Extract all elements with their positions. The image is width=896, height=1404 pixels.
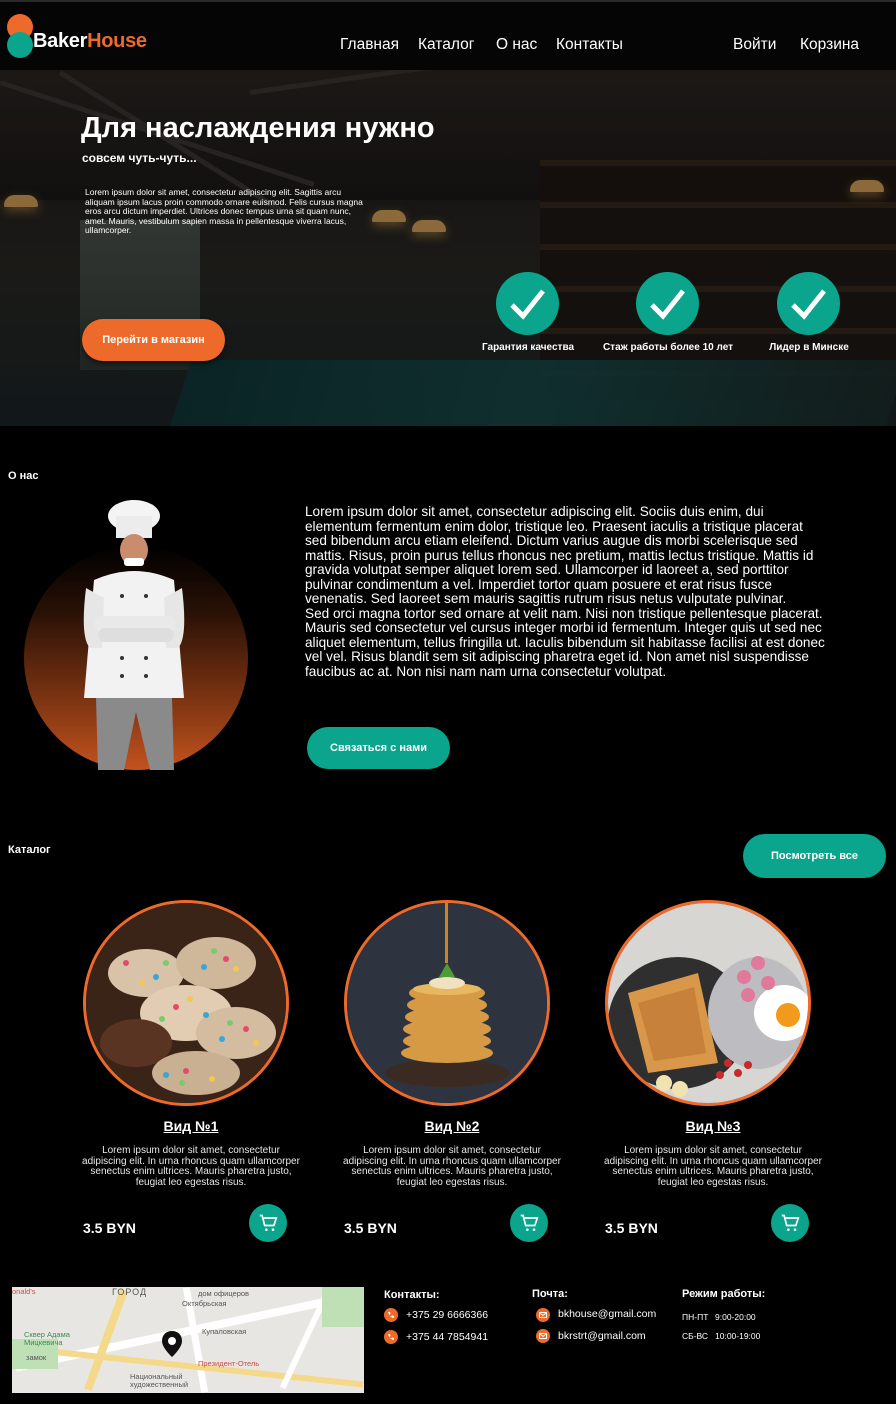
mail-title: Почта: [532, 1288, 568, 1300]
feature-label: Стаж работы более 10 лет [602, 342, 734, 353]
product-name[interactable]: Вид №2 [322, 1118, 582, 1134]
email-1[interactable]: bkhouse@gmail.com [558, 1308, 656, 1320]
cart-icon [520, 1214, 539, 1231]
phone-1[interactable]: +375 29 6666366 [406, 1309, 488, 1321]
cart-icon [259, 1214, 278, 1231]
hours-title: Режим работы: [682, 1288, 766, 1300]
feature-quality: Гарантия качества [448, 272, 608, 362]
feature-label: Гарантия качества [481, 342, 575, 353]
email-2[interactable]: bkrstrt@gmail.com [558, 1330, 646, 1342]
logo[interactable]: BakerHouse [7, 14, 157, 60]
cart-icon [781, 1214, 800, 1231]
add-to-cart-button[interactable] [771, 1204, 809, 1242]
map-label: Национальный художественный [130, 1372, 189, 1389]
contact-us-button[interactable]: Связаться с нами [307, 727, 450, 769]
go-to-shop-button[interactable]: Перейти в магазин [82, 319, 225, 361]
add-to-cart-button[interactable] [249, 1204, 287, 1242]
hours-weekend-label: СБ-ВС [682, 1331, 709, 1341]
hero-text: Lorem ipsum dolor sit amet, consectetur … [85, 187, 363, 235]
feature-leader: Лидер в Минске [729, 272, 889, 362]
mail-icon [536, 1329, 550, 1343]
check-icon [777, 272, 840, 335]
feature-label: Лидер в Минске [769, 342, 849, 353]
product-name[interactable]: Вид №1 [61, 1118, 321, 1134]
nav-contacts[interactable]: Контакты [556, 36, 623, 54]
product-card: Вид №2 Lorem ipsum dolor sit amet, conse… [322, 900, 582, 1250]
nav-login[interactable]: Войти [733, 36, 776, 54]
product-price: 3.5 BYN [605, 1220, 658, 1236]
mail-icon [536, 1308, 550, 1322]
logo-text-house: House [87, 30, 147, 52]
product-card: Вид №1 Lorem ipsum dolor sit amet, conse… [61, 900, 321, 1250]
map-label: дом офицеров [198, 1289, 250, 1298]
contacts-title: Контакты: [384, 1289, 440, 1301]
product-desc: Lorem ipsum dolor sit amet, consectetur … [82, 1145, 300, 1188]
product-photo-candies[interactable] [83, 900, 289, 1106]
logo-text-baker: Baker [33, 30, 88, 52]
product-desc: Lorem ipsum dolor sit amet, consectetur … [604, 1145, 822, 1188]
product-price: 3.5 BYN [344, 1220, 397, 1236]
nav-home[interactable]: Главная [340, 36, 399, 54]
add-to-cart-button[interactable] [510, 1204, 548, 1242]
feature-experience: Стаж работы более 10 лет [588, 272, 748, 362]
nav-catalog[interactable]: Каталог [418, 36, 474, 54]
map-label: Сквер Адама Мицкевича [24, 1330, 70, 1347]
hours-weekdays-label: ПН-ПТ [682, 1312, 709, 1322]
hours-weekend-time: 10:00-19:00 [715, 1331, 761, 1341]
nav-cart[interactable]: Корзина [800, 36, 859, 54]
map-label: onald's [12, 1287, 36, 1296]
logo-teal-dot [7, 32, 33, 58]
check-icon [636, 272, 699, 335]
product-card: Вид №3 Lorem ipsum dolor sit amet, conse… [583, 900, 843, 1250]
catalog-title: Каталог [8, 844, 51, 856]
candies-image [86, 903, 286, 1103]
map-label: ГОРОД [112, 1287, 148, 1297]
map-label: Купаловская [202, 1327, 247, 1336]
hero-title: Для наслаждения нужно [81, 112, 435, 144]
map-label: замок [26, 1353, 47, 1362]
product-desc: Lorem ipsum dolor sit amet, consectetur … [343, 1145, 561, 1188]
about-title: О нас [8, 470, 39, 482]
product-price: 3.5 BYN [83, 1220, 136, 1236]
map-park [322, 1287, 364, 1327]
hours-weekdays-time: 9:00-20:00 [715, 1312, 756, 1322]
map-pin-icon[interactable] [162, 1331, 182, 1357]
hero-banner: Для наслаждения нужно совсем чуть-чуть..… [0, 70, 896, 426]
check-icon [496, 272, 559, 335]
hero-subtitle: совсем чуть-чуть... [82, 151, 197, 165]
map-label: Октябрьская [182, 1299, 227, 1308]
product-photo-crepes[interactable] [605, 900, 811, 1106]
view-all-button[interactable]: Посмотреть все [743, 834, 886, 878]
chef-figure [83, 500, 185, 770]
chef-image [24, 498, 248, 770]
logo-text: BakerHouse [33, 30, 147, 53]
map-label: Президент-Отель [198, 1359, 260, 1368]
phone-icon [384, 1330, 398, 1344]
nav-about[interactable]: О нас [496, 36, 537, 54]
pancakes-image [347, 903, 547, 1103]
crepes-image [608, 903, 808, 1103]
phone-2[interactable]: +375 44 7854941 [406, 1331, 488, 1343]
header: BakerHouse Главная Каталог О нас Контакт… [0, 2, 896, 70]
location-map[interactable]: onald's ГОРОД дом офицеров Октябрьская С… [12, 1287, 364, 1393]
phone-icon [384, 1308, 398, 1322]
product-name[interactable]: Вид №3 [583, 1118, 843, 1134]
product-photo-pancakes[interactable] [344, 900, 550, 1106]
about-text: Lorem ipsum dolor sit amet, consectetur … [305, 504, 825, 679]
